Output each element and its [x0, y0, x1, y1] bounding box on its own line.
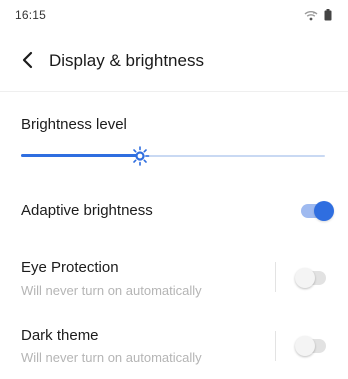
toggle-knob — [295, 268, 315, 288]
page-header: Display & brightness — [0, 40, 348, 84]
slider-fill — [21, 154, 140, 157]
status-bar: 16:15 × — [0, 0, 348, 30]
status-icons: × — [304, 9, 332, 21]
dark-theme-subtitle: Will never turn on automatically — [21, 350, 202, 365]
brightness-slider[interactable] — [21, 145, 325, 167]
eye-protection-toggle[interactable] — [295, 268, 326, 288]
page-title: Display & brightness — [49, 51, 204, 70]
battery-icon — [324, 9, 332, 21]
brightness-sun-icon[interactable] — [130, 145, 150, 167]
toggle-knob — [314, 201, 334, 221]
row-separator — [275, 262, 276, 292]
eye-protection-title: Eye Protection — [21, 259, 119, 276]
wifi-icon: × — [304, 10, 318, 21]
dark-theme-toggle[interactable] — [295, 336, 326, 356]
dark-theme-title: Dark theme — [21, 327, 99, 344]
brightness-level-label: Brightness level — [21, 116, 127, 133]
back-button[interactable] — [14, 48, 42, 76]
eye-protection-subtitle: Will never turn on automatically — [21, 283, 202, 298]
row-separator — [275, 331, 276, 361]
adaptive-brightness-title: Adaptive brightness — [21, 202, 153, 219]
header-divider — [0, 91, 348, 92]
toggle-knob — [295, 336, 315, 356]
status-time: 16:15 — [15, 8, 47, 22]
back-arrow-icon — [21, 51, 35, 74]
adaptive-brightness-toggle[interactable] — [301, 201, 334, 221]
